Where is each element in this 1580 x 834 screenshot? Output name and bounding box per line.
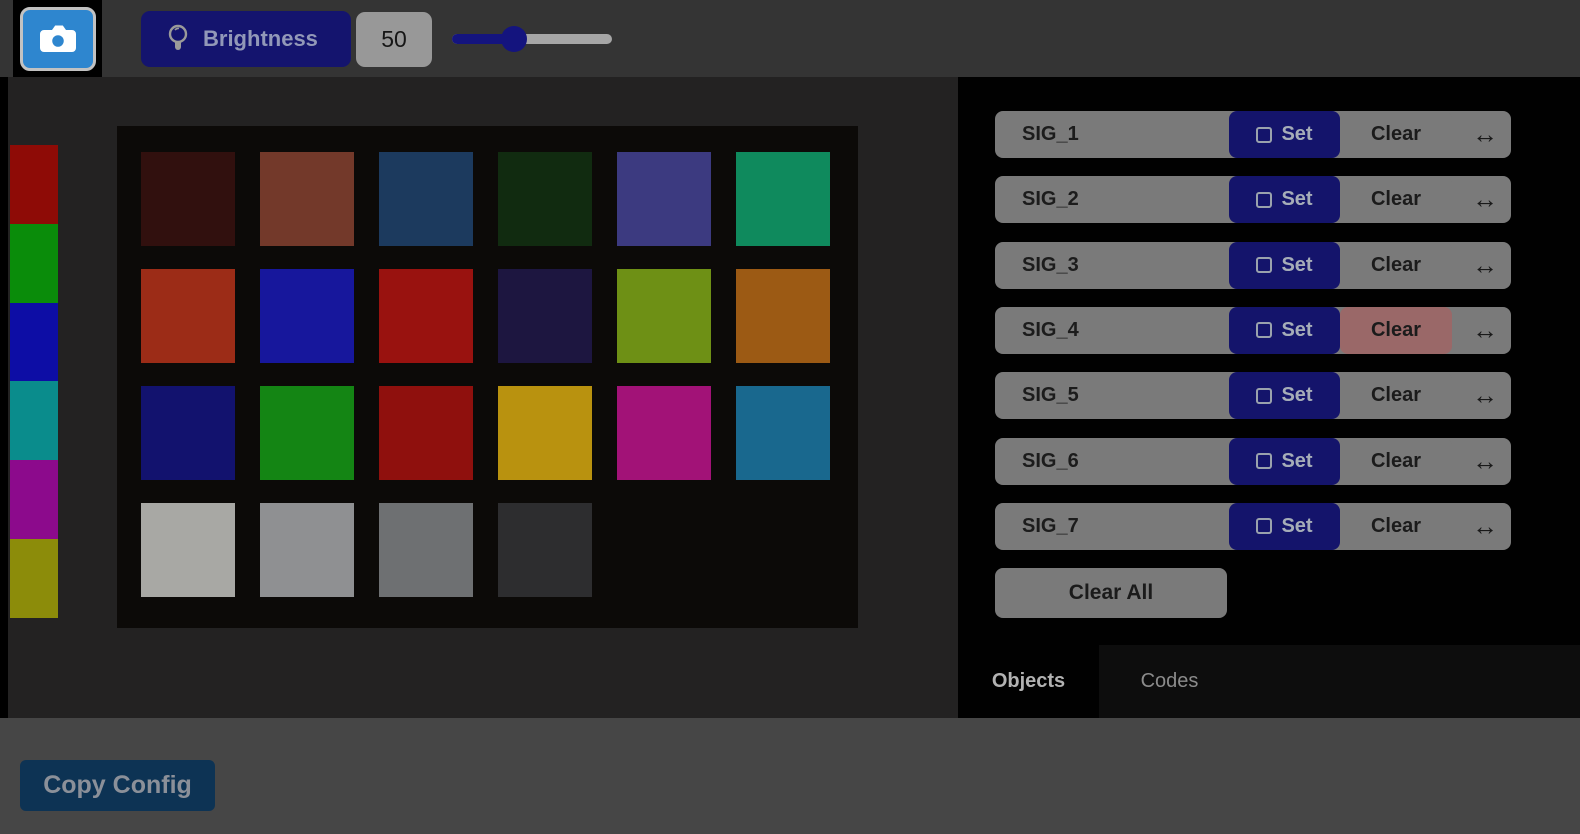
- checker-swatch: [498, 503, 592, 597]
- set-label: Set: [1281, 254, 1312, 277]
- checker-swatch: [498, 152, 592, 246]
- checker-swatch: [379, 386, 473, 480]
- brightness-slider[interactable]: [452, 22, 612, 56]
- checker-swatch: [498, 269, 592, 363]
- checker-swatch: [617, 269, 711, 363]
- checker-swatch: [141, 503, 235, 597]
- lightbulb-icon: [167, 24, 189, 54]
- tab-codes[interactable]: Codes: [1099, 645, 1240, 718]
- set-button[interactable]: Set: [1229, 372, 1340, 419]
- signal-row: SIG_1 Set Clear ↔: [995, 111, 1511, 158]
- checker-swatch: [379, 269, 473, 363]
- checker-swatch: [260, 152, 354, 246]
- strip-swatch: [10, 539, 58, 618]
- app-root: Brightness 50 SIG_1 Set Clear ↔ SIG_2 Set Clea…: [0, 0, 1580, 834]
- brightness-label: Brightness: [203, 26, 318, 52]
- signal-name: SIG_5: [1022, 372, 1079, 419]
- checker-swatch: [379, 152, 473, 246]
- checker-swatch: [141, 152, 235, 246]
- set-label: Set: [1281, 188, 1312, 211]
- set-button[interactable]: Set: [1229, 503, 1340, 550]
- checker-swatch: [379, 503, 473, 597]
- set-label: Set: [1281, 450, 1312, 473]
- clear-button[interactable]: Clear: [1340, 176, 1452, 223]
- slider-track[interactable]: [452, 34, 612, 44]
- checkbox-icon: [1256, 192, 1272, 208]
- set-button[interactable]: Set: [1229, 438, 1340, 485]
- checkbox-icon: [1256, 388, 1272, 404]
- checkbox-icon: [1256, 453, 1272, 469]
- strip-swatch: [10, 145, 58, 224]
- clear-button[interactable]: Clear: [1340, 242, 1452, 289]
- checkbox-icon: [1256, 127, 1272, 143]
- set-label: Set: [1281, 384, 1312, 407]
- tab-objects[interactable]: Objects: [958, 645, 1099, 718]
- strip-swatch: [10, 224, 58, 303]
- camera-button-frame: [13, 0, 102, 78]
- clear-button[interactable]: Clear: [1340, 372, 1452, 419]
- checkbox-icon: [1256, 322, 1272, 338]
- clear-button[interactable]: Clear: [1340, 503, 1452, 550]
- signal-row: SIG_4 Set Clear ↔: [995, 307, 1511, 354]
- set-label: Set: [1281, 319, 1312, 342]
- signal-row: SIG_5 Set Clear ↔: [995, 372, 1511, 419]
- signal-name: SIG_2: [1022, 176, 1079, 223]
- signal-row: SIG_7 Set Clear ↔: [995, 503, 1511, 550]
- signal-row: SIG_2 Set Clear ↔: [995, 176, 1511, 223]
- brightness-button[interactable]: Brightness: [141, 11, 351, 67]
- checker-swatch: [736, 386, 830, 480]
- set-button[interactable]: Set: [1229, 176, 1340, 223]
- checker-swatch: [260, 269, 354, 363]
- set-label: Set: [1281, 515, 1312, 538]
- checker-swatch: [736, 152, 830, 246]
- footer-bar: Copy Config: [0, 718, 1580, 834]
- checkbox-icon: [1256, 518, 1272, 534]
- checker-swatch: [498, 386, 592, 480]
- left-right-arrow-icon[interactable]: ↔: [1472, 242, 1498, 289]
- left-right-arrow-icon[interactable]: ↔: [1472, 372, 1498, 419]
- signal-panel: SIG_1 Set Clear ↔ SIG_2 Set Clear ↔ SIG_3 Set Clea…: [958, 77, 1580, 718]
- reference-color-strip: [10, 145, 58, 619]
- clear-button[interactable]: Clear: [1340, 111, 1452, 158]
- set-label: Set: [1281, 123, 1312, 146]
- clear-button[interactable]: Clear: [1340, 438, 1452, 485]
- tab-bar: ObjectsCodes: [958, 645, 1580, 718]
- signal-name: SIG_4: [1022, 307, 1079, 354]
- left-right-arrow-icon[interactable]: ↔: [1472, 307, 1498, 354]
- signal-row: SIG_6 Set Clear ↔: [995, 438, 1511, 485]
- signal-name: SIG_3: [1022, 242, 1079, 289]
- color-checker-board: [117, 126, 858, 628]
- brightness-value[interactable]: 50: [356, 12, 432, 67]
- signal-name: SIG_7: [1022, 503, 1079, 550]
- checker-swatch: [617, 386, 711, 480]
- signal-name: SIG_1: [1022, 111, 1079, 158]
- signal-name: SIG_6: [1022, 438, 1079, 485]
- strip-swatch: [10, 303, 58, 382]
- left-right-arrow-icon[interactable]: ↔: [1472, 111, 1498, 158]
- clear-all-button[interactable]: Clear All: [995, 568, 1227, 618]
- left-right-arrow-icon[interactable]: ↔: [1472, 503, 1498, 550]
- left-right-arrow-icon[interactable]: ↔: [1472, 438, 1498, 485]
- strip-swatch: [10, 460, 58, 539]
- signal-row: SIG_3 Set Clear ↔: [995, 242, 1511, 289]
- copy-config-button[interactable]: Copy Config: [20, 760, 215, 811]
- checkbox-icon: [1256, 257, 1272, 273]
- checker-swatch: [260, 386, 354, 480]
- toolbar: Brightness 50: [0, 0, 1580, 77]
- checker-swatch: [260, 503, 354, 597]
- checker-swatch: [736, 269, 830, 363]
- checker-swatch: [141, 386, 235, 480]
- camera-button[interactable]: [20, 7, 96, 71]
- set-button[interactable]: Set: [1229, 242, 1340, 289]
- camera-preview: [8, 77, 958, 718]
- strip-swatch: [10, 381, 58, 460]
- left-right-arrow-icon[interactable]: ↔: [1472, 176, 1498, 223]
- set-button[interactable]: Set: [1229, 307, 1340, 354]
- slider-thumb[interactable]: [501, 26, 527, 52]
- clear-button[interactable]: Clear: [1340, 307, 1452, 354]
- camera-icon: [37, 21, 79, 57]
- set-button[interactable]: Set: [1229, 111, 1340, 158]
- checker-swatch: [141, 269, 235, 363]
- checker-swatch: [617, 152, 711, 246]
